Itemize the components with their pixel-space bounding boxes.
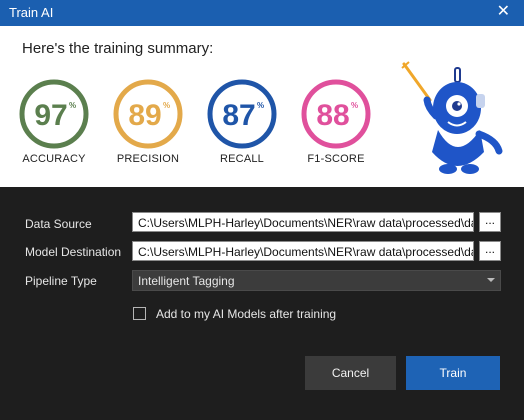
accuracy-label: ACCURACY bbox=[22, 153, 86, 165]
f1-score-unit: % bbox=[351, 101, 358, 110]
robot-mascot-icon bbox=[401, 61, 503, 174]
title-bar: Train AI ✕ bbox=[0, 0, 524, 26]
cancel-button[interactable]: Cancel bbox=[305, 356, 396, 390]
precision-unit: % bbox=[163, 101, 170, 110]
add-to-models-label: Add to my AI Models after training bbox=[156, 307, 337, 321]
accuracy-unit: % bbox=[69, 101, 76, 110]
add-to-models-checkbox[interactable] bbox=[133, 307, 146, 320]
model-destination-browse-button[interactable]: ... bbox=[479, 241, 501, 261]
accuracy-value: 97 bbox=[34, 99, 67, 132]
metric-recall: 87 % RECALL bbox=[200, 78, 284, 165]
training-form: Data Source C:\Users\MLPH-Harley\Documen… bbox=[0, 187, 524, 420]
f1-score-label: F1-SCORE bbox=[307, 153, 365, 165]
train-button[interactable]: Train bbox=[406, 356, 500, 390]
recall-value: 87 bbox=[222, 99, 255, 132]
precision-value: 89 bbox=[128, 99, 161, 132]
pipeline-type-label: Pipeline Type bbox=[25, 274, 97, 288]
training-summary: Here's the training summary: 97 % ACCURA… bbox=[0, 26, 524, 187]
recall-label: RECALL bbox=[220, 153, 264, 165]
close-icon[interactable]: ✕ bbox=[497, 3, 510, 21]
metric-f1-score: 88 % F1-SCORE bbox=[294, 78, 378, 165]
recall-ring: 87 % bbox=[207, 79, 277, 149]
dialog-title: Train AI bbox=[9, 5, 54, 20]
pipeline-type-select[interactable]: Intelligent Tagging bbox=[132, 270, 501, 291]
accuracy-ring: 97 % bbox=[19, 79, 89, 149]
model-destination-field[interactable]: C:\Users\MLPH-Harley\Documents\NER\raw d… bbox=[132, 241, 474, 261]
precision-label: PRECISION bbox=[116, 153, 180, 165]
train-ai-dialog: Train AI ✕ Here's the training summary: … bbox=[0, 0, 524, 420]
metric-precision: 89 % PRECISION bbox=[106, 78, 190, 165]
metric-accuracy: 97 % ACCURACY bbox=[12, 78, 96, 165]
data-source-label: Data Source bbox=[25, 217, 92, 231]
f1-score-ring: 88 % bbox=[301, 79, 371, 149]
recall-unit: % bbox=[257, 101, 264, 110]
precision-ring: 89 % bbox=[113, 79, 183, 149]
summary-heading: Here's the training summary: bbox=[22, 40, 214, 57]
data-source-browse-button[interactable]: ... bbox=[479, 212, 501, 232]
chevron-down-icon bbox=[487, 278, 495, 282]
data-source-field[interactable]: C:\Users\MLPH-Harley\Documents\NER\raw d… bbox=[132, 212, 474, 232]
pipeline-type-selected: Intelligent Tagging bbox=[138, 274, 235, 288]
model-destination-label: Model Destination bbox=[25, 245, 122, 259]
f1-score-value: 88 bbox=[316, 99, 349, 132]
